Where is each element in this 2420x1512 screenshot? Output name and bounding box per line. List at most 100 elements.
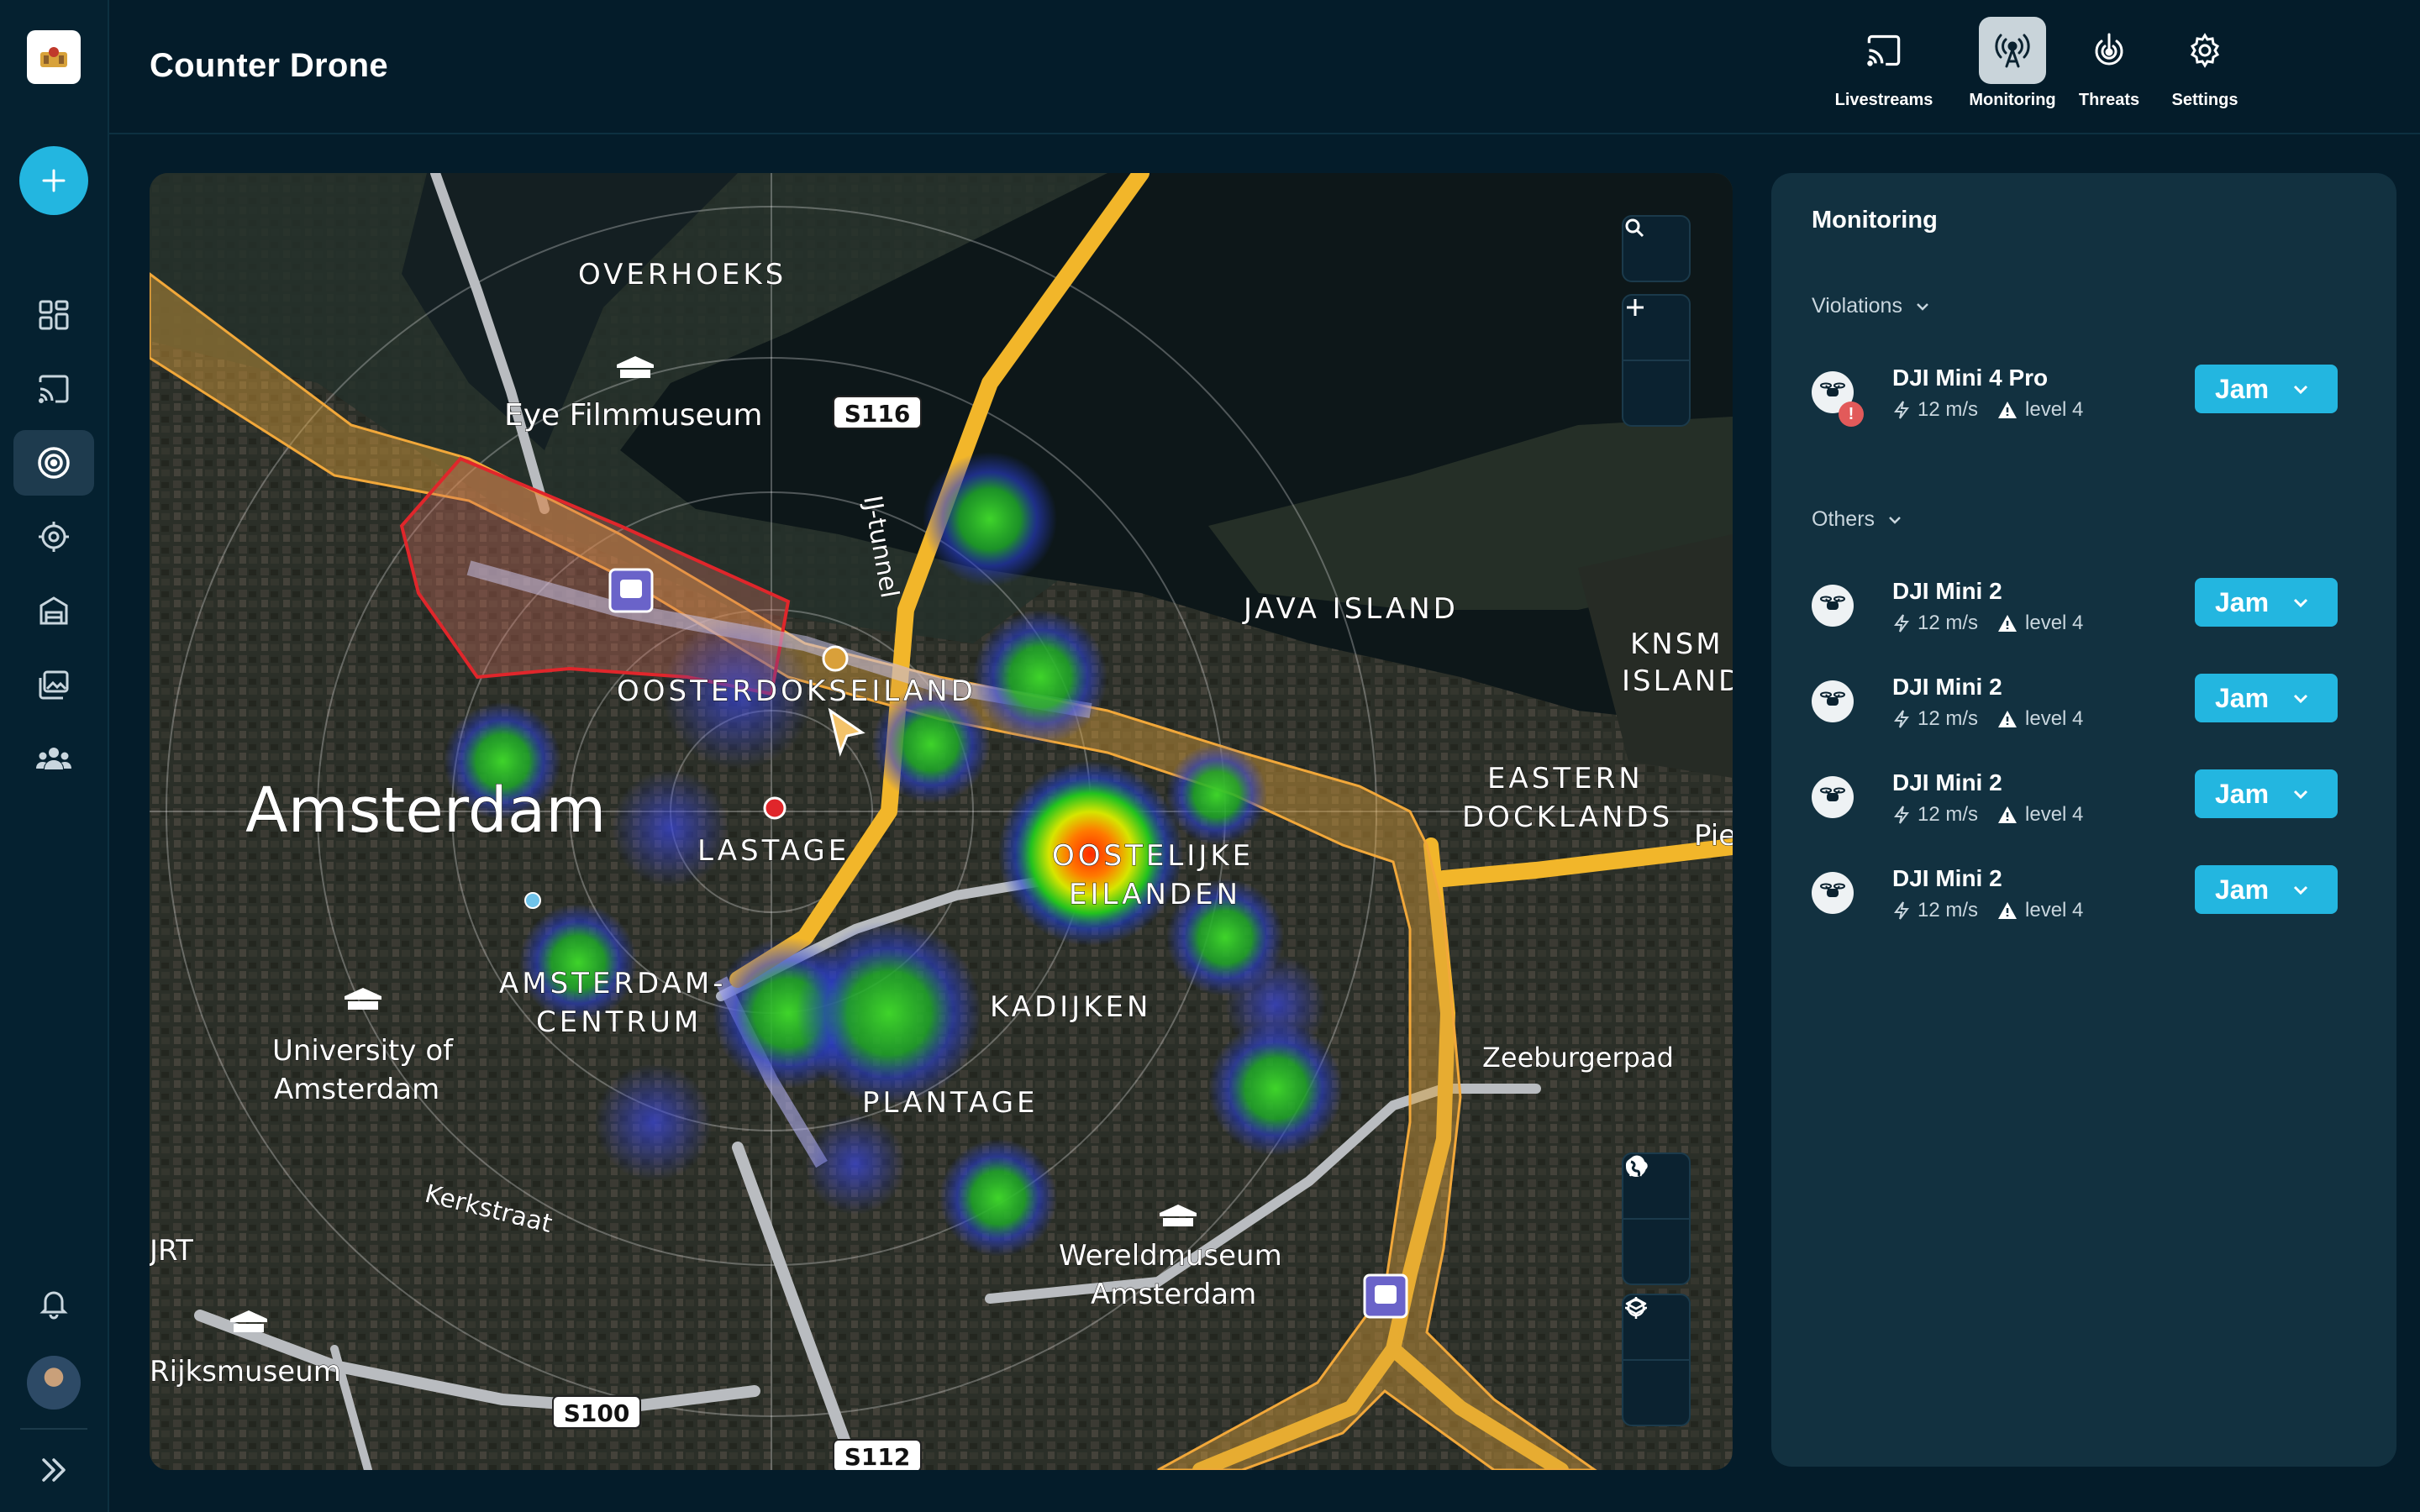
sidebar-item-radar[interactable] [13,430,94,496]
lightning-icon [1894,806,1909,824]
drone-speed: 12 m/s [1918,803,1979,826]
chevron-down-icon [2293,598,2308,608]
tab-settings-label: Settings [2171,91,2238,109]
drone-row[interactable]: DJI Mini 2 12 m/s level 4 Jam [1812,769,2349,837]
gallery-icon [39,670,69,700]
tab-settings[interactable]: Settings [2163,17,2247,116]
locate-button[interactable] [1623,1297,1689,1425]
jam-label: Jam [2215,586,2270,617]
others-toggle[interactable]: Others [1812,507,1903,532]
sidebar-item-dashboard[interactable] [13,282,94,348]
search-icon [1625,218,1644,238]
drone-level: level 4 [2025,803,2084,826]
drone-row[interactable]: DJI Mini 2 12 m/s level 4 Jam [1812,674,2349,741]
tab-livestreams-icon-wrap [1850,17,1918,84]
plus-icon [42,169,66,192]
sensor-marker[interactable] [822,645,849,672]
app-logo[interactable] [27,30,81,84]
map-label-overhoeks: OVERHOEKS [578,258,786,291]
warning-icon [1998,806,2018,823]
drone-row[interactable]: DJI Mini 2 12 m/s level 4 Jam [1812,578,2349,645]
map-overlay-control [1622,1152,1691,1285]
sidebar-item-team[interactable] [13,726,94,791]
map-label-eilanden: EILANDEN [1069,878,1241,911]
road-label-s112: S112 [844,1443,911,1470]
drone-row[interactable]: DJI Mini 2 12 m/s level 4 Jam [1812,865,2349,932]
jam-button[interactable]: Jam [2195,674,2338,722]
map-label-java-island: JAVA ISLAND [1242,592,1459,626]
tab-threats[interactable]: Threats [2067,17,2151,116]
map-label-wereldmuseum-amsterdam: Amsterdam [1091,1278,1256,1311]
notifications-button[interactable] [13,1270,94,1336]
jam-label: Jam [2215,682,2270,713]
tab-monitoring[interactable]: Monitoring [1958,17,2067,116]
expand-chevrons-icon [42,1458,66,1482]
map-label-zeeburgerpad: Zeeburgerpad [1482,1042,1674,1074]
road-label-s116: S116 [844,400,911,428]
globe-icon [1626,1157,1646,1177]
gear-icon [2190,33,2220,68]
map-label-docklands: DOCKLANDS [1462,801,1673,834]
drone-level: level 4 [2025,707,2084,730]
drone-speed: 12 m/s [1918,899,1979,921]
jam-button[interactable]: Jam [2195,865,2338,914]
cast-icon [39,375,69,403]
chevron-down-icon [2293,885,2308,895]
tab-monitoring-label: Monitoring [1969,91,2056,109]
threat-marker[interactable] [763,796,786,820]
zoom-out-button[interactable] [1623,306,1689,425]
crosshair-icon [39,522,69,552]
map-label-plantage: PLANTAGE [862,1086,1039,1120]
lightning-icon [1894,710,1909,728]
chevron-down-icon [2293,385,2308,395]
avatar[interactable] [27,1356,81,1410]
drone-meta: 12 m/s level 4 [1892,612,2083,635]
page-title: Counter Drone [150,47,388,84]
map-label-knsm: KNSM [1630,627,1723,661]
station-marker[interactable] [608,568,654,613]
chevron-down-icon [2293,694,2308,704]
tab-livestreams[interactable]: Livestreams [1828,17,1939,116]
tab-threats-label: Threats [2078,91,2140,109]
sidebar-item-buildings[interactable] [13,578,94,643]
map-label-knsm-island: ISLAND [1622,664,1733,698]
jam-label: Jam [2215,874,2270,905]
violation-row[interactable]: ! DJI Mini 4 Pro 12 m/s level 4 Jam [1812,365,2349,432]
lightning-icon [1894,901,1909,920]
map-label-centrum: CENTRUM [536,1005,702,1039]
sidebar-item-livestreams[interactable] [13,356,94,422]
station-marker[interactable] [1363,1273,1408,1319]
drone-speed: 12 m/s [1918,612,1979,634]
map-search-control [1622,215,1691,282]
jam-button[interactable]: Jam [2195,365,2338,413]
map-label-eastern: EASTERN [1487,762,1644,795]
sidebar-divider [20,1428,87,1430]
alert-badge: ! [1839,402,1864,427]
jam-button[interactable]: Jam [2195,578,2338,627]
radar-icon [38,447,70,479]
dashboard-grid-icon [39,300,69,330]
sidebar-item-gallery[interactable] [13,652,94,717]
drone-meta: 12 m/s level 4 [1892,803,2083,827]
building-icon [39,596,68,625]
drone-name: DJI Mini 2 [1892,674,2002,700]
map-search-button[interactable] [1623,217,1689,281]
add-button[interactable] [19,146,88,215]
poi-marker[interactable] [524,892,541,909]
map-canvas: OVERHOEKS Eye Filmmuseum S116 IJ-tunnel … [150,173,1733,1470]
map-label-jrt: JRT [150,1234,193,1268]
globe-button[interactable] [1623,1157,1689,1284]
expand-sidebar-button[interactable] [13,1438,94,1502]
others-label: Others [1812,507,1876,531]
map-view[interactable]: OVERHOEKS Eye Filmmuseum S116 IJ-tunnel … [150,173,1733,1470]
zoom-out-icon [1627,306,1644,309]
warning-icon [1998,711,2018,727]
violations-toggle[interactable]: Violations [1812,294,1931,318]
drone-meta: 12 m/s level 4 [1892,707,2083,731]
tab-livestreams-label: Livestreams [1834,91,1933,109]
drone-level: level 4 [2025,899,2084,921]
jam-button[interactable]: Jam [2195,769,2338,818]
map-zoom-control [1622,294,1691,427]
map-label-pie: Pie [1694,819,1733,853]
sidebar-item-targeting[interactable] [13,504,94,570]
